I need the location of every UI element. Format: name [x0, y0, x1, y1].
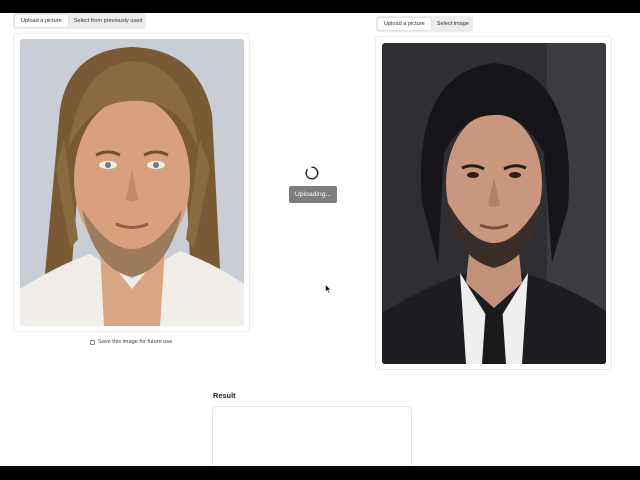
letterbox-top [0, 0, 640, 13]
tab-upload-picture-right[interactable]: Upload a picture [378, 18, 431, 30]
tab-select-image[interactable]: Select image [431, 18, 475, 30]
result-heading: Result [213, 391, 236, 400]
mouse-cursor-icon [325, 284, 332, 294]
tab-select-previously-used[interactable]: Select from previously used [68, 15, 149, 27]
right-uploaded-photo [382, 43, 606, 364]
spinner-icon [305, 166, 319, 180]
right-image-tabs: Upload a picture Select image [376, 16, 473, 32]
left-uploaded-photo [20, 39, 244, 326]
save-image-option: Save this image for future use [90, 339, 172, 345]
uploading-status: Uploading... [289, 186, 337, 203]
save-image-label: Save this image for future use [98, 339, 173, 345]
left-image-tabs: Upload a picture Select from previously … [13, 13, 146, 29]
result-output-box [212, 406, 412, 468]
save-image-checkbox[interactable] [90, 339, 95, 345]
tab-upload-picture-left[interactable]: Upload a picture [15, 15, 68, 27]
letterbox-bottom [0, 466, 640, 480]
right-image-card[interactable] [375, 36, 612, 370]
left-image-card[interactable] [13, 33, 250, 332]
